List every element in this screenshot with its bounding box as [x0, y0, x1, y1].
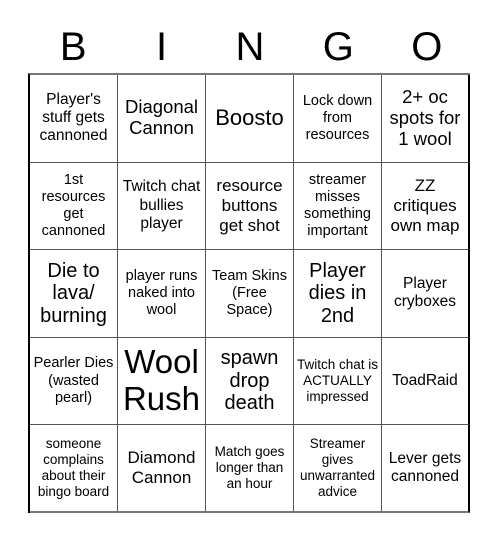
bingo-cell[interactable]: Boosto	[206, 75, 294, 163]
header-letter-n: N	[235, 25, 265, 69]
bingo-cell[interactable]: ZZ critiques own map	[382, 162, 470, 251]
bingo-cell[interactable]: Diagonal Cannon	[118, 75, 206, 163]
bingo-cell[interactable]: streamer misses something important	[294, 162, 382, 251]
header-letter-o: O	[411, 25, 443, 69]
bingo-cell[interactable]: Twitch chat is ACTUALLY impressed	[294, 337, 382, 426]
bingo-cell[interactable]: Lock down from resources	[294, 75, 382, 163]
header-letter-i: I	[156, 25, 168, 69]
bingo-cell[interactable]: resource buttons get shot	[206, 162, 294, 251]
bingo-cell[interactable]: someone complains about their bingo boar…	[30, 425, 118, 513]
bingo-board: Player's stuff gets cannoned Diagonal Ca…	[28, 73, 470, 513]
bingo-cell[interactable]: Lever gets cannoned	[382, 425, 470, 513]
bingo-cell[interactable]: Player dies in 2nd	[294, 250, 382, 338]
bingo-cell[interactable]: Twitch chat bullies player	[118, 162, 206, 251]
bingo-cell[interactable]: player runs naked into wool	[118, 250, 206, 338]
bingo-cell[interactable]: Player cryboxes	[382, 250, 470, 338]
header-letter-b: B	[59, 25, 87, 69]
bingo-cell[interactable]: 2+ oc spots for 1 wool	[382, 75, 470, 163]
free-space-cell[interactable]: Team Skins (Free Space)	[206, 250, 294, 338]
bingo-cell[interactable]: Wool Rush	[118, 337, 206, 426]
bingo-cell[interactable]: Diamond Cannon	[118, 425, 206, 513]
bingo-header: B I N G O	[29, 22, 471, 72]
header-letter-g: G	[322, 25, 354, 69]
bingo-cell[interactable]: Streamer gives unwarranted advice	[294, 425, 382, 513]
bingo-cell[interactable]: spawn drop death	[206, 337, 294, 426]
bingo-cell[interactable]: Die to lava/ burning	[30, 250, 118, 338]
bingo-cell[interactable]: ToadRaid	[382, 337, 470, 426]
bingo-cell[interactable]: 1st resources get cannoned	[30, 162, 118, 251]
bingo-cell[interactable]: Player's stuff gets cannoned	[30, 75, 118, 163]
bingo-cell[interactable]: Pearler Dies (wasted pearl)	[30, 337, 118, 426]
bingo-cell[interactable]: Match goes longer than an hour	[206, 425, 294, 513]
